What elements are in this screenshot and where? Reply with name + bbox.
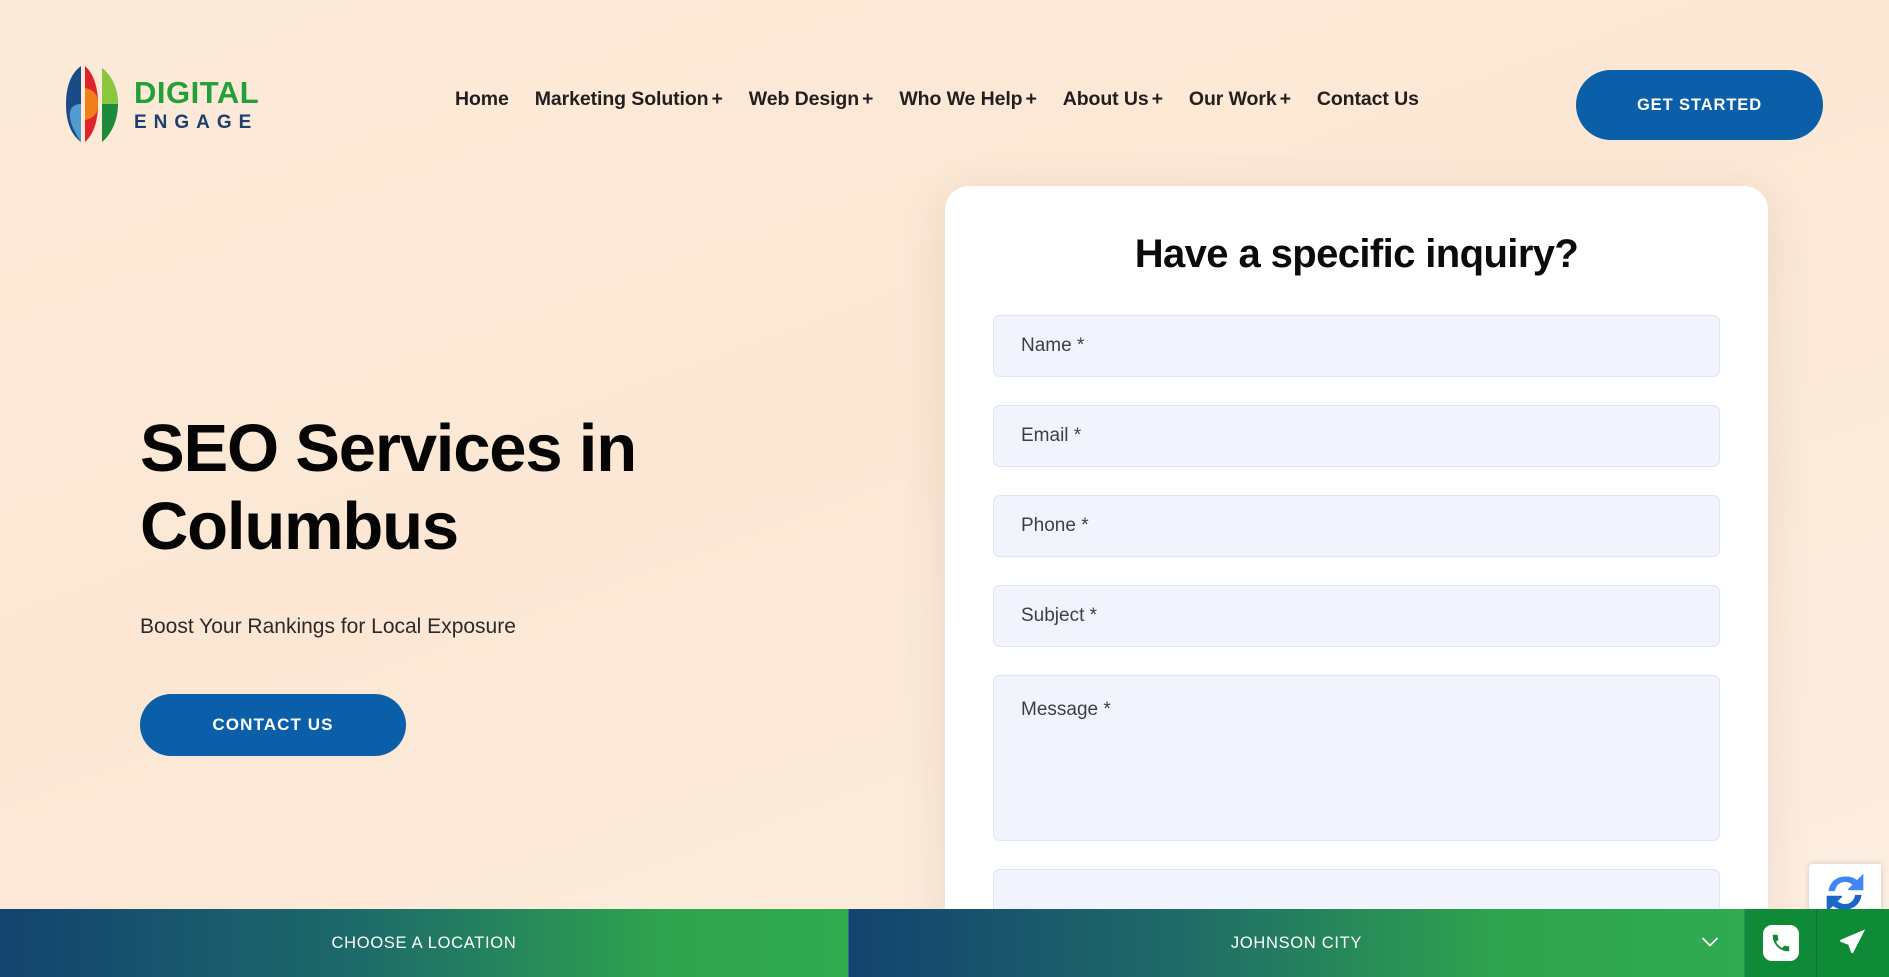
form-heading: Have a specific inquiry?	[1134, 232, 1579, 276]
nav-item-web-design[interactable]: Web Design +	[749, 88, 874, 111]
page-title: SEO Services in Columbus	[140, 411, 637, 565]
nav-label: Who We Help	[899, 88, 1023, 110]
logo-word-engage: ENGAGE	[134, 111, 259, 133]
phone-icon	[1762, 925, 1799, 961]
call-button[interactable]	[1745, 909, 1817, 977]
submenu-plus-icon: +	[862, 88, 874, 110]
submenu-plus-icon: +	[1025, 88, 1037, 110]
send-icon	[1837, 925, 1869, 962]
submenu-plus-icon: +	[1279, 88, 1291, 110]
hero-section: SEO Services in Columbus Boost Your Rank…	[140, 410, 820, 756]
hero-subtitle: Boost Your Rankings for Local Exposure	[140, 614, 516, 638]
name-placeholder: Name *	[1021, 335, 1085, 356]
main-navigation: Home Marketing Solution + Web Design + Who…	[455, 88, 1419, 111]
nav-item-home[interactable]: Home	[455, 88, 509, 111]
page-root: DIGITAL ENGAGE Home Marketing Solution + …	[0, 0, 1889, 977]
submenu-plus-icon: +	[1151, 88, 1163, 110]
nav-label: Home	[455, 88, 509, 110]
message-placeholder: Message *	[1021, 699, 1111, 720]
subject-placeholder: Subject *	[1021, 605, 1098, 626]
nav-item-about-us[interactable]: About Us +	[1063, 88, 1163, 111]
choose-location-label[interactable]: CHOOSE A LOCATION	[0, 909, 849, 977]
nav-item-who-we-help[interactable]: Who We Help +	[899, 88, 1037, 111]
nav-label: About Us	[1062, 88, 1149, 110]
email-input[interactable]: Email *	[993, 405, 1720, 467]
nav-label: Contact Us	[1316, 88, 1419, 110]
location-select[interactable]: JOHNSON CITY	[849, 909, 1745, 977]
nav-label: Marketing Solution	[534, 88, 709, 110]
message-textarea[interactable]: Message *	[993, 675, 1720, 841]
inquiry-form-card: Have a specific inquiry? Name * Email * …	[945, 186, 1768, 946]
nav-label: Our Work	[1188, 88, 1277, 110]
nav-item-our-work[interactable]: Our Work +	[1189, 88, 1291, 111]
location-bottom-bar: CHOOSE A LOCATION JOHNSON CITY	[0, 909, 1889, 977]
logo-mark-icon	[64, 62, 120, 146]
nav-item-marketing-solution[interactable]: Marketing Solution +	[535, 88, 723, 111]
logo-word-digital: DIGITAL	[134, 74, 260, 110]
phone-input[interactable]: Phone *	[993, 495, 1720, 557]
get-started-button[interactable]: GET STARTED	[1576, 70, 1823, 140]
chevron-down-icon	[1702, 935, 1718, 952]
site-logo[interactable]: DIGITAL ENGAGE	[64, 62, 259, 146]
nav-item-contact-us[interactable]: Contact Us	[1317, 88, 1419, 111]
submenu-plus-icon: +	[711, 88, 723, 110]
email-placeholder: Email *	[1021, 425, 1082, 446]
logo-wordmark: DIGITAL ENGAGE	[134, 77, 259, 132]
name-input[interactable]: Name *	[993, 315, 1720, 377]
site-header: DIGITAL ENGAGE Home Marketing Solution + …	[0, 0, 1889, 158]
phone-placeholder: Phone *	[1021, 515, 1089, 536]
location-selected-value: JOHNSON CITY	[1230, 933, 1363, 952]
nav-label: Web Design	[748, 88, 860, 110]
send-message-button[interactable]	[1817, 909, 1889, 977]
subject-input[interactable]: Subject *	[993, 585, 1720, 647]
contact-us-button[interactable]: CONTACT US	[140, 693, 406, 756]
